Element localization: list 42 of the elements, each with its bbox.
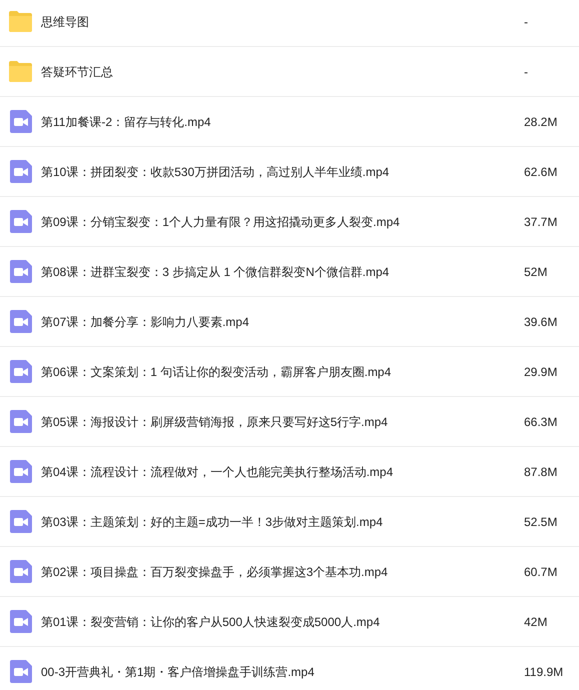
file-size: 52.5M — [524, 514, 558, 530]
video-file-icon — [10, 260, 32, 283]
file-size: 37.7M — [524, 214, 558, 230]
file-name[interactable]: 第10课：拼团裂变：收款530万拼团活动，高过别人半年业绩.mp4 — [41, 162, 524, 180]
video-file-icon — [10, 410, 32, 433]
file-size: 42M — [524, 614, 548, 630]
file-name[interactable]: 答疑环节汇总 — [41, 62, 524, 80]
video-file-icon — [10, 160, 32, 183]
folder-icon — [9, 11, 32, 32]
video-file-icon — [10, 660, 32, 683]
video-file-icon — [10, 510, 32, 533]
file-name[interactable]: 第02课：项目操盘：百万裂变操盘手，必须掌握这3个基本功.mp4 — [41, 562, 524, 580]
file-name[interactable]: 思维导图 — [41, 12, 524, 30]
file-name[interactable]: 第03课：主题策划：好的主题=成功一半！3步做对主题策划.mp4 — [41, 512, 524, 530]
file-name[interactable]: 第05课：海报设计：刷屏级营销海报，原来只要写好这5行字.mp4 — [41, 412, 524, 430]
file-size: - — [524, 14, 529, 30]
video-file-icon — [10, 460, 32, 483]
file-size: 29.9M — [524, 364, 558, 380]
file-name[interactable]: 第04课：流程设计：流程做对，一个人也能完美执行整场活动.mp4 — [41, 462, 524, 480]
video-file-icon — [10, 610, 32, 633]
file-name[interactable]: 第07课：加餐分享：影响力八要素.mp4 — [41, 312, 524, 330]
video-file-icon — [10, 310, 32, 333]
file-size: 39.6M — [524, 314, 558, 330]
file-name[interactable]: 第06课：文案策划：1 句话让你的裂变活动，霸屏客户朋友圈.mp4 — [41, 362, 524, 380]
file-size: 60.7M — [524, 564, 558, 580]
file-name[interactable]: 第09课：分销宝裂变：1个人力量有限？用这招撬动更多人裂变.mp4 — [41, 212, 524, 230]
file-size: 28.2M — [524, 114, 558, 130]
video-file-icon — [10, 560, 32, 583]
file-size: 66.3M — [524, 414, 558, 430]
file-name[interactable]: 第01课：裂变营销：让你的客户从500人快速裂变成5000人.mp4 — [41, 612, 524, 630]
video-file-icon — [10, 110, 32, 133]
file-size: 87.8M — [524, 464, 558, 480]
file-name[interactable]: 第08课：进群宝裂变：3 步搞定从 1 个微信群裂变N个微信群.mp4 — [41, 262, 524, 280]
file-name[interactable]: 第11加餐课-2：留存与转化.mp4 — [41, 112, 524, 130]
file-size: 62.6M — [524, 164, 558, 180]
video-file-icon — [10, 210, 32, 233]
folder-icon — [9, 61, 32, 82]
file-size: - — [524, 64, 529, 80]
file-size: 52M — [524, 264, 548, 280]
file-name[interactable]: 00-3开营典礼・第1期・客户倍增操盘手训练营.mp4 — [41, 662, 524, 680]
file-size: 119.9M — [524, 664, 564, 680]
video-file-icon — [10, 360, 32, 383]
